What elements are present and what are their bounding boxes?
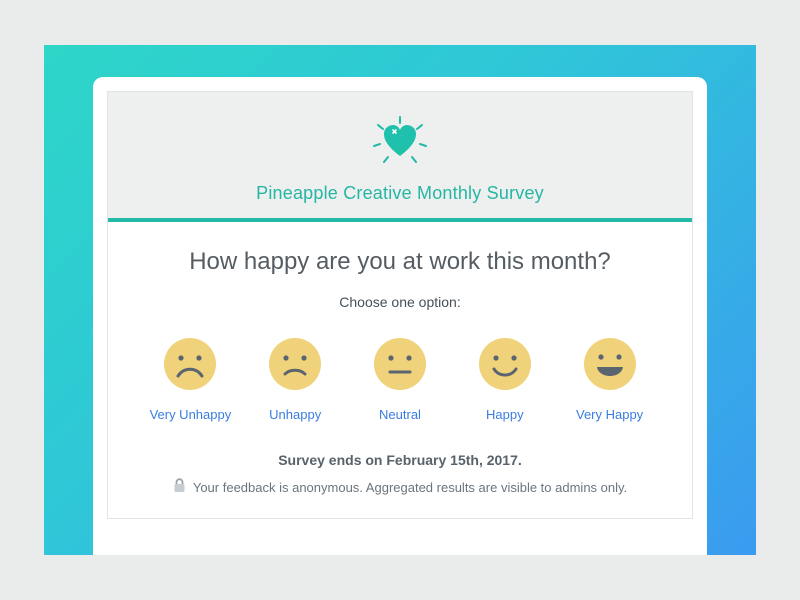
survey-question: How happy are you at work this month?	[136, 248, 664, 276]
rating-options: Very Unhappy Unhappy Neu	[140, 336, 660, 422]
stage: Pineapple Creative Monthly Survey How ha…	[0, 0, 800, 600]
survey-title: Pineapple Creative Monthly Survey	[118, 183, 682, 204]
lock-icon	[173, 478, 186, 496]
survey-content: How happy are you at work this month? Ch…	[108, 222, 692, 518]
option-label: Very Unhappy	[150, 407, 232, 422]
heart-burst-icon	[366, 116, 434, 168]
survey-card: Pineapple Creative Monthly Survey How ha…	[93, 77, 707, 555]
privacy-note: Your feedback is anonymous. Aggregated r…	[136, 478, 664, 496]
face-happy-icon	[477, 336, 533, 397]
survey-banner: Pineapple Creative Monthly Survey	[108, 92, 692, 218]
face-unhappy-icon	[267, 336, 323, 397]
option-label: Unhappy	[269, 407, 321, 422]
gradient-backdrop: Pineapple Creative Monthly Survey How ha…	[44, 45, 756, 555]
option-label: Happy	[486, 407, 524, 422]
option-happy[interactable]: Happy	[454, 336, 555, 422]
face-very-unhappy-icon	[162, 336, 218, 397]
survey-card-inner: Pineapple Creative Monthly Survey How ha…	[107, 91, 693, 519]
survey-instruction: Choose one option:	[136, 294, 664, 310]
option-label: Very Happy	[576, 407, 643, 422]
privacy-text: Your feedback is anonymous. Aggregated r…	[193, 480, 627, 495]
option-unhappy[interactable]: Unhappy	[245, 336, 346, 422]
option-label: Neutral	[379, 407, 421, 422]
face-neutral-icon	[372, 336, 428, 397]
option-very-happy[interactable]: Very Happy	[559, 336, 660, 422]
face-very-happy-icon	[582, 336, 638, 397]
survey-deadline: Survey ends on February 15th, 2017.	[136, 452, 664, 468]
option-neutral[interactable]: Neutral	[350, 336, 451, 422]
option-very-unhappy[interactable]: Very Unhappy	[140, 336, 241, 422]
